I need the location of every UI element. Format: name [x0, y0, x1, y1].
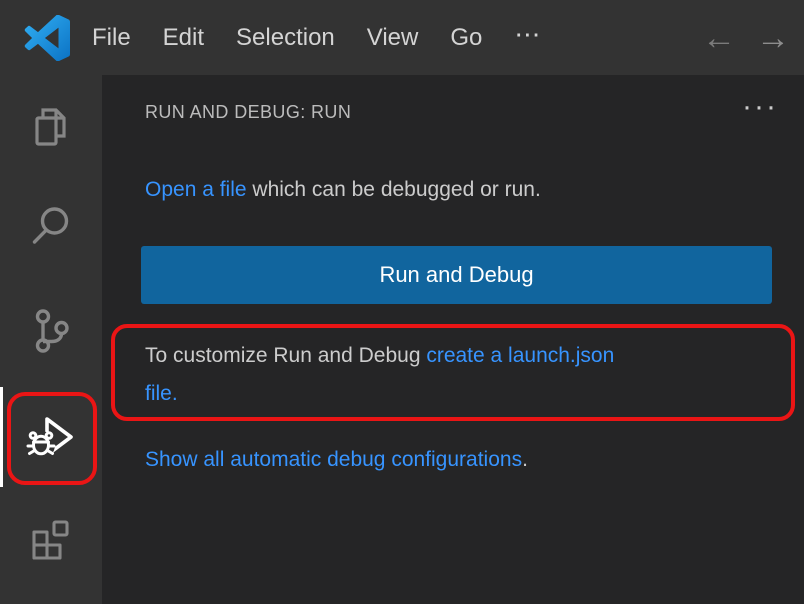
- menu-edit[interactable]: Edit: [163, 24, 204, 52]
- source-control-icon[interactable]: [27, 307, 75, 355]
- menu-file[interactable]: File: [92, 24, 131, 52]
- open-file-message-rest: which can be debugged or run.: [247, 178, 541, 201]
- vscode-window: File Edit Selection View Go ⋯ ← →: [0, 0, 804, 604]
- customize-message: To customize Run and Debug create a laun…: [145, 337, 775, 413]
- run-and-debug-icon[interactable]: [25, 411, 77, 463]
- navigate-forward-icon[interactable]: →: [756, 21, 790, 55]
- run-and-debug-button[interactable]: Run and Debug: [141, 246, 772, 304]
- open-a-file-link[interactable]: Open a file: [145, 178, 247, 201]
- customize-message-prefix: To customize Run and Debug: [145, 344, 426, 367]
- show-configurations-message: Show all automatic debug configurations.: [145, 441, 785, 479]
- panel-header: RUN AND DEBUG: RUN ···: [145, 102, 778, 123]
- show-configurations-period: .: [522, 448, 528, 471]
- menu-more-icon[interactable]: ⋯: [514, 19, 541, 56]
- navigate-back-icon[interactable]: ←: [702, 21, 736, 55]
- run-and-debug-panel: RUN AND DEBUG: RUN ··· Open a file which…: [102, 75, 804, 604]
- vscode-logo-icon: [24, 15, 70, 61]
- explorer-files-icon[interactable]: [27, 103, 75, 151]
- panel-more-actions-icon[interactable]: ···: [742, 100, 778, 114]
- active-view-indicator: [0, 387, 3, 487]
- activity-bar: [0, 75, 102, 604]
- menu-view[interactable]: View: [367, 24, 419, 52]
- search-icon[interactable]: [27, 202, 75, 250]
- history-navigation: ← →: [702, 21, 790, 55]
- panel-title: RUN AND DEBUG: RUN: [145, 102, 351, 123]
- titlebar: File Edit Selection View Go ⋯ ← →: [0, 0, 804, 75]
- open-file-message: Open a file which can be debugged or run…: [145, 175, 785, 205]
- menu-go[interactable]: Go: [450, 24, 482, 52]
- show-debug-configurations-link[interactable]: Show all automatic debug configurations: [145, 448, 522, 471]
- menubar: File Edit Selection View Go ⋯: [92, 19, 541, 56]
- menu-selection[interactable]: Selection: [236, 24, 335, 52]
- extensions-icon[interactable]: [27, 517, 75, 565]
